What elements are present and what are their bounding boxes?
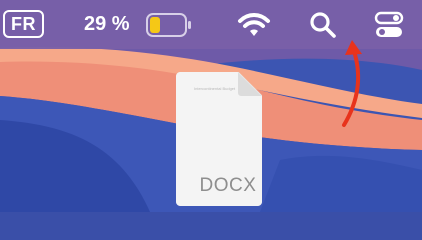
docx-preview-header: Intercontinental Budget [194,86,236,91]
battery-percentage[interactable]: 29 % [84,12,130,36]
input-language-badge[interactable]: FR [3,10,44,38]
control-center-icon[interactable] [374,10,404,40]
battery-level-fill [150,17,160,33]
wifi-icon[interactable] [237,11,271,39]
annotation-arrow [342,40,362,127]
battery-icon[interactable] [146,13,192,37]
docx-file-type-label: DOCX [199,175,257,196]
